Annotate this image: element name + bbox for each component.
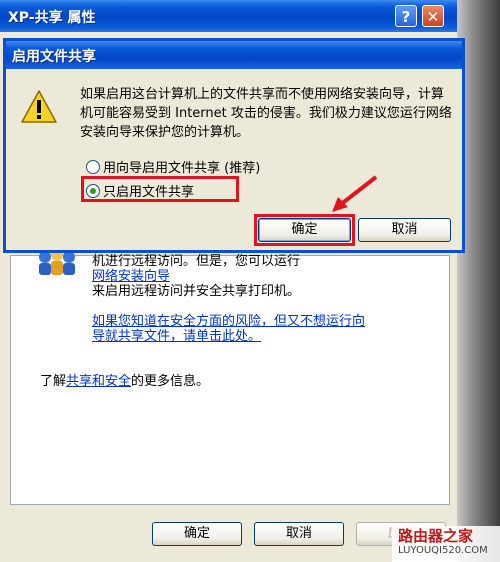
printer-sharing-text: 来启用远程访问并安全共享打印机。 xyxy=(92,284,301,299)
watermark-url: LUYOUQI520.COM xyxy=(398,545,488,556)
dialog-cancel-button[interactable]: 取消 xyxy=(358,218,451,242)
dialog-message: 如果启用这台计算机上的文件共享而不使用网络安装向导，计算机可能容易受到 Inte… xyxy=(80,87,452,140)
window-titlebar[interactable]: XP-共享 属性 ? ✕ xyxy=(0,0,457,32)
dialog-titlebar[interactable]: 启用文件共享 xyxy=(6,41,462,69)
help-button[interactable]: ? xyxy=(395,5,417,27)
sharing-security-link[interactable]: 共享和安全 xyxy=(66,374,131,389)
dialog-title: 启用文件共享 xyxy=(12,49,96,65)
learn-prefix: 了解 xyxy=(40,374,67,389)
learn-more-line: 了解共享和安全的更多信息。 xyxy=(40,370,209,389)
learn-suffix: 的更多信息。 xyxy=(131,374,210,389)
watermark-brand: 路由器之家 xyxy=(398,527,474,545)
cancel-button[interactable]: 取消 xyxy=(254,522,344,546)
radio-wizard-icon[interactable] xyxy=(86,160,100,174)
red-arrow-icon xyxy=(332,175,378,212)
close-icon: ✕ xyxy=(426,8,440,26)
highlight-box-ok xyxy=(254,214,355,246)
close-button[interactable]: ✕ xyxy=(422,5,444,27)
highlight-box-radio xyxy=(81,176,239,202)
ok-button[interactable]: 确定 xyxy=(152,522,242,546)
enable-sharing-dialog: 启用文件共享 如果启用这台计算机上的文件共享而不使用网络安装向导，计算机可能容易… xyxy=(3,38,465,253)
radio-wizard-label: 用向导启用文件共享 (推荐) xyxy=(103,161,261,176)
warning-icon xyxy=(21,90,57,123)
window-title: XP-共享 属性 xyxy=(8,10,96,26)
help-icon: ? xyxy=(401,8,411,26)
risk-link-line2[interactable]: 导就共享文件，请单击此处。 xyxy=(92,325,261,344)
radio-wizard-option[interactable]: 用向导启用文件共享 (推荐) xyxy=(86,157,261,176)
